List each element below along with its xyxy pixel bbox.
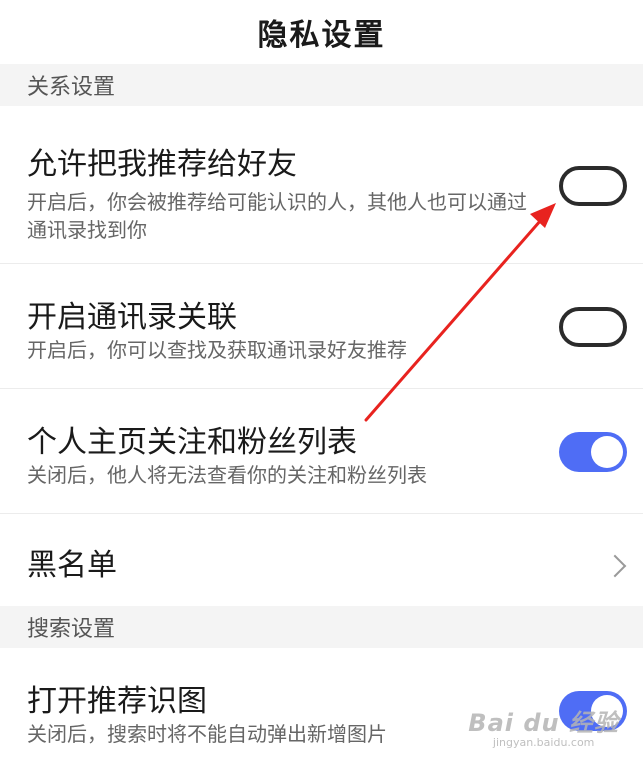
toggle-knob (565, 313, 593, 341)
setting-title: 开启通讯录关联 (27, 300, 237, 335)
setting-title: 个人主页关注和粉丝列表 (27, 425, 357, 460)
section-label: 关系设置 (27, 75, 116, 100)
privacy-settings-page: 隐私设置 关系设置 允许把我推荐给好友 开启后，你会被推荐给可能认识的人，其他人… (0, 0, 643, 759)
setting-title: 打开推荐识图 (27, 684, 207, 719)
watermark-logo: Bai du 经验 (468, 709, 619, 737)
setting-title: 允许把我推荐给好友 (27, 147, 297, 182)
toggle-knob (591, 436, 623, 468)
follow-fans-list-toggle[interactable] (559, 432, 627, 472)
title-bar: 隐私设置 (0, 0, 643, 64)
setting-description: 开启后，你可以查找及获取通讯录好友推荐 (27, 338, 407, 362)
setting-row-follow-fans-list[interactable]: 个人主页关注和粉丝列表 关闭后，他人将无法查看你的关注和粉丝列表 (0, 389, 643, 514)
setting-description: 关闭后，他人将无法查看你的关注和粉丝列表 (27, 463, 427, 487)
contacts-link-toggle[interactable] (559, 307, 627, 347)
setting-row-contacts-link[interactable]: 开启通讯录关联 开启后，你可以查找及获取通讯录好友推荐 (0, 264, 643, 389)
setting-row-recommend-to-friends[interactable]: 允许把我推荐给好友 开启后，你会被推荐给可能认识的人，其他人也可以通过通讯录找到… (0, 106, 643, 264)
page-title: 隐私设置 (257, 18, 386, 53)
recommend-to-friends-toggle[interactable] (559, 166, 627, 206)
toggle-knob (565, 172, 593, 200)
section-header-relationship: 关系设置 (0, 64, 643, 106)
setting-row-blacklist[interactable]: 黑名单 (0, 514, 643, 606)
section-header-search: 搜索设置 (0, 606, 643, 648)
section-label: 搜索设置 (27, 617, 116, 642)
setting-title: 黑名单 (27, 548, 117, 583)
setting-description: 开启后，你会被推荐给可能认识的人，其他人也可以通过通讯录找到你 (27, 190, 527, 242)
watermark: Bai du 经验 jingyan.baidu.com (468, 703, 619, 749)
setting-description: 关闭后，搜索时将不能自动弹出新增图片 (27, 722, 387, 746)
chevron-right-icon (603, 554, 627, 578)
